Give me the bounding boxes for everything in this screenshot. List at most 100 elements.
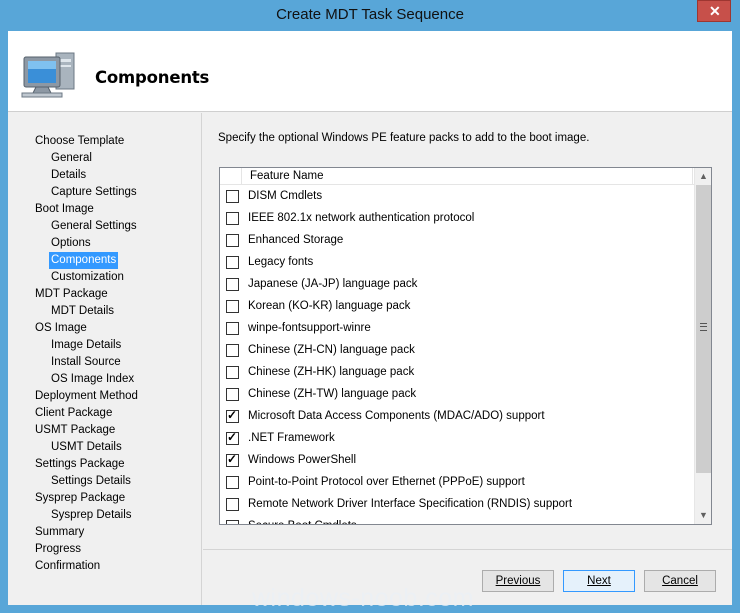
feature-checkbox[interactable] <box>226 300 239 313</box>
nav-step-progress[interactable]: Progress <box>33 541 83 558</box>
feature-checkbox[interactable]: ✓ <box>226 430 239 445</box>
feature-label: Microsoft Data Access Components (MDAC/A… <box>248 410 545 422</box>
feature-checkbox[interactable] <box>226 520 239 524</box>
nav-step-image-details[interactable]: Image Details <box>49 337 123 354</box>
nav-step-mdt-details[interactable]: MDT Details <box>49 303 116 320</box>
list-header: Feature Name <box>220 168 694 185</box>
main-content: Specify the optional Windows PE feature … <box>203 113 732 549</box>
checkmark-icon: ✓ <box>227 452 238 466</box>
feature-checkbox[interactable] <box>226 212 239 225</box>
feature-checkbox[interactable] <box>226 498 239 511</box>
list-item[interactable]: Japanese (JA-JP) language pack <box>220 274 694 296</box>
title-bar[interactable]: Create MDT Task Sequence ✕ <box>0 0 740 31</box>
previous-button[interactable]: Previous <box>482 570 554 592</box>
computer-icon <box>21 52 75 98</box>
dialog-window: Create MDT Task Sequence ✕ Components Ch… <box>0 0 740 613</box>
feature-checkbox[interactable] <box>226 278 239 291</box>
nav-step-components[interactable]: Components <box>49 252 119 269</box>
feature-checkbox[interactable]: ✓ <box>226 452 239 467</box>
feature-label: .NET Framework <box>248 432 335 444</box>
vertical-scrollbar[interactable]: ▲ ▼ <box>694 168 711 524</box>
nav-step-usmt-package[interactable]: USMT Package <box>33 422 117 439</box>
nav-step-capture-settings[interactable]: Capture Settings <box>49 184 139 201</box>
feature-checkbox[interactable]: ✓ <box>226 408 239 423</box>
nav-step-sysprep-details[interactable]: Sysprep Details <box>49 507 134 524</box>
feature-label: winpe-fontsupport-winre <box>248 322 371 334</box>
nav-step-sysprep-package[interactable]: Sysprep Package <box>33 490 127 507</box>
nav-step-options[interactable]: Options <box>49 235 93 252</box>
list-item[interactable]: Chinese (ZH-HK) language pack <box>220 362 694 384</box>
nav-step-mdt-package[interactable]: MDT Package <box>33 286 110 303</box>
scrollbar-thumb[interactable] <box>696 185 711 473</box>
next-button[interactable]: Next <box>563 570 635 592</box>
list-item[interactable]: Chinese (ZH-TW) language pack <box>220 384 694 406</box>
feature-checkbox[interactable] <box>226 256 239 269</box>
page-description: Specify the optional Windows PE feature … <box>218 132 590 144</box>
checkmark-icon: ✓ <box>227 430 238 444</box>
list-item[interactable]: Legacy fonts <box>220 252 694 274</box>
feature-label: Chinese (ZH-TW) language pack <box>248 388 417 400</box>
feature-label: Enhanced Storage <box>248 234 344 246</box>
feature-label: Chinese (ZH-CN) language pack <box>248 344 415 356</box>
feature-checkbox[interactable] <box>226 366 239 379</box>
nav-step-general-settings[interactable]: General Settings <box>49 218 139 235</box>
nav-step-os-image-index[interactable]: OS Image Index <box>49 371 136 388</box>
nav-step-customization[interactable]: Customization <box>49 269 126 286</box>
feature-label: DISM Cmdlets <box>248 190 323 202</box>
checkmark-icon: ✓ <box>227 408 238 422</box>
feature-checkbox[interactable] <box>226 388 239 401</box>
nav-step-deployment-method[interactable]: Deployment Method <box>33 388 140 405</box>
feature-checkbox[interactable] <box>226 476 239 489</box>
nav-step-general[interactable]: General <box>49 150 94 167</box>
list-item[interactable]: Chinese (ZH-CN) language pack <box>220 340 694 362</box>
list-item[interactable]: Secure Boot Cmdlets <box>220 516 694 524</box>
close-icon: ✕ <box>709 3 721 19</box>
window-title: Create MDT Task Sequence <box>276 6 464 23</box>
list-item[interactable]: IEEE 802.1x network authentication proto… <box>220 208 694 230</box>
scroll-up-icon[interactable]: ▲ <box>695 168 711 185</box>
feature-label: Point-to-Point Protocol over Ethernet (P… <box>248 476 525 488</box>
nav-step-settings-details[interactable]: Settings Details <box>49 473 133 490</box>
list-item[interactable]: Remote Network Driver Interface Specific… <box>220 494 694 516</box>
list-item[interactable]: winpe-fontsupport-winre <box>220 318 694 340</box>
list-item[interactable]: Point-to-Point Protocol over Ethernet (P… <box>220 472 694 494</box>
list-item[interactable]: DISM Cmdlets <box>220 186 694 208</box>
feature-label: Japanese (JA-JP) language pack <box>248 278 418 290</box>
feature-label: IEEE 802.1x network authentication proto… <box>248 212 475 224</box>
nav-step-os-image[interactable]: OS Image <box>33 320 89 337</box>
feature-label: Remote Network Driver Interface Specific… <box>248 498 573 510</box>
wizard-steps-nav: Choose Template General Details Capture Set… <box>8 113 202 605</box>
nav-step-confirmation[interactable]: Confirmation <box>33 558 102 575</box>
list-item[interactable]: ✓ Microsoft Data Access Components (MDAC/… <box>220 406 694 428</box>
nav-step-client-package[interactable]: Client Package <box>33 405 114 422</box>
nav-step-settings-package[interactable]: Settings Package <box>33 456 127 473</box>
nav-step-install-source[interactable]: Install Source <box>49 354 123 371</box>
column-header-feature-name[interactable]: Feature Name <box>241 168 693 185</box>
feature-list[interactable]: Feature Name DISM Cmdlets IEEE 802.1x net… <box>219 167 712 525</box>
list-item[interactable]: ✓ .NET Framework <box>220 428 694 450</box>
feature-label: Secure Boot Cmdlets <box>248 520 357 524</box>
wizard-header: Components <box>8 31 732 112</box>
watermark: windows-noob.com <box>252 584 474 612</box>
feature-label: Legacy fonts <box>248 256 314 268</box>
nav-step-details[interactable]: Details <box>49 167 88 184</box>
feature-checkbox[interactable] <box>226 322 239 335</box>
feature-label: Korean (KO-KR) language pack <box>248 300 411 312</box>
nav-step-usmt-details[interactable]: USMT Details <box>49 439 124 456</box>
nav-step-boot-image[interactable]: Boot Image <box>33 201 96 218</box>
feature-checkbox[interactable] <box>226 234 239 247</box>
close-button[interactable]: ✕ <box>697 0 731 22</box>
list-item[interactable]: Korean (KO-KR) language pack <box>220 296 694 318</box>
feature-checkbox[interactable] <box>226 344 239 357</box>
list-item[interactable]: Enhanced Storage <box>220 230 694 252</box>
scroll-down-icon[interactable]: ▼ <box>695 507 711 524</box>
cancel-button[interactable]: Cancel <box>644 570 716 592</box>
feature-checkbox[interactable] <box>226 190 239 203</box>
list-item[interactable]: ✓ Windows PowerShell <box>220 450 694 472</box>
nav-step-choose-template[interactable]: Choose Template <box>33 133 126 150</box>
feature-label: Windows PowerShell <box>248 454 357 466</box>
grip-icon <box>700 323 707 331</box>
page-title: Components <box>95 68 210 87</box>
dialog-client: Components Choose Template General Details… <box>8 31 732 605</box>
nav-step-summary[interactable]: Summary <box>33 524 86 541</box>
